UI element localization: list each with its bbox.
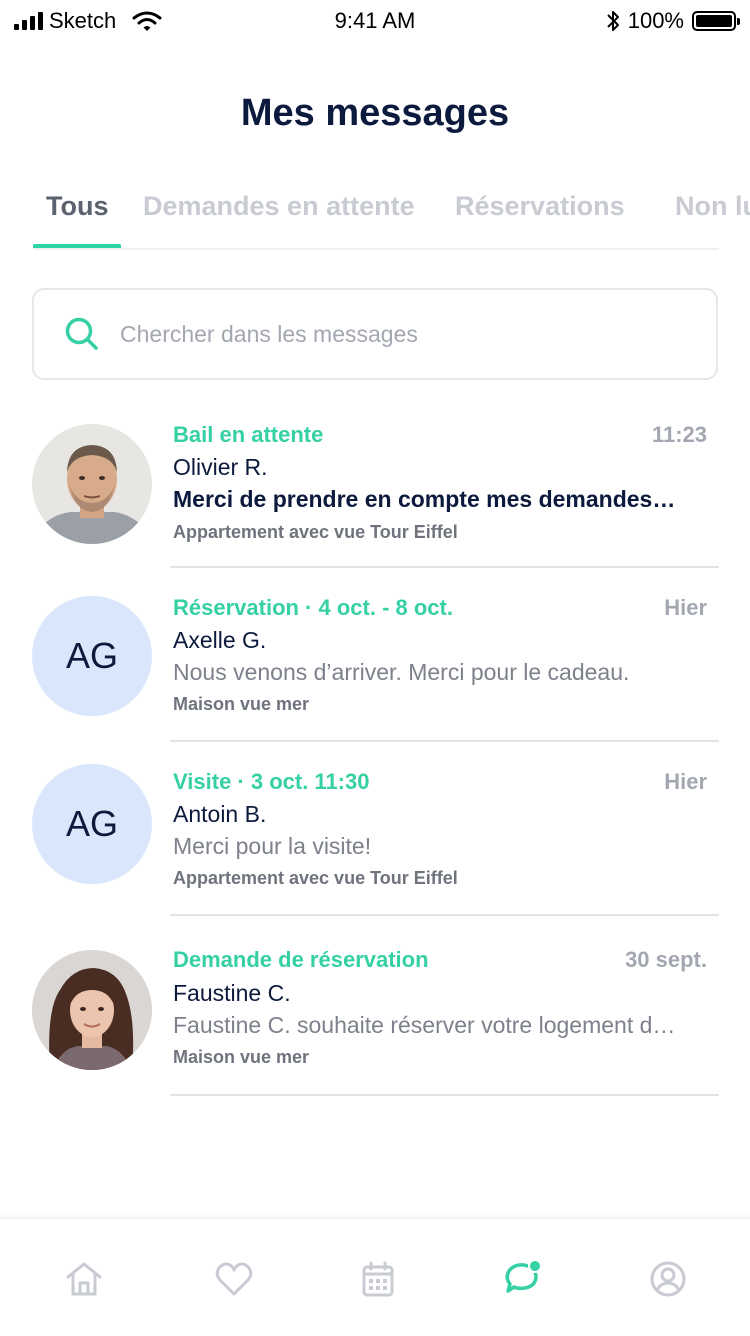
tab-tous[interactable]: Tous (46, 191, 109, 222)
message-preview: Faustine C. souhaite réserver votre loge… (173, 1012, 678, 1038)
conversation-item[interactable]: AG Visite · 3 oct. 11:30 Hier Antoin B. … (0, 762, 750, 932)
conversation-item[interactable]: Demande de réservation 30 sept. Faustine… (0, 942, 750, 1112)
nav-calendar[interactable] (356, 1257, 400, 1301)
property-name: Appartement avec vue Tour Eiffel (173, 522, 458, 542)
chat-icon (505, 1259, 542, 1293)
avatar: AG (32, 596, 152, 716)
nav-profile[interactable] (646, 1257, 690, 1301)
nav-home[interactable] (62, 1257, 106, 1301)
bottom-navigation (0, 1217, 750, 1336)
search-icon (65, 317, 98, 350)
message-preview: Nous venons d’arriver. Merci pour le cad… (173, 659, 630, 685)
battery-icon (692, 11, 740, 31)
list-divider (170, 914, 719, 916)
property-name: Maison vue mer (173, 1047, 310, 1067)
conversation-time: 30 sept. (625, 947, 707, 972)
list-divider (170, 566, 719, 568)
contact-name: Antoin B. (173, 801, 267, 827)
battery-percentage: 100% (627, 8, 684, 33)
search-box[interactable] (32, 288, 718, 380)
contact-name: Axelle G. (173, 627, 267, 653)
avatar (32, 950, 152, 1070)
status-right: 100% (606, 8, 740, 34)
home-icon (66, 1262, 102, 1296)
property-name: Maison vue mer (173, 694, 310, 714)
conversation-status: Réservation · 4 oct. - 8 oct. (173, 595, 453, 620)
conversation-status: Bail en attente (173, 422, 324, 447)
message-preview: Merci pour la visite! (173, 833, 372, 859)
heart-icon (215, 1262, 253, 1296)
profile-icon (650, 1261, 686, 1297)
conversation-time: Hier (664, 595, 707, 620)
avatar (32, 424, 152, 544)
tab-bar: Tous Demandes en attente Réservations No… (0, 185, 750, 249)
list-divider (170, 740, 719, 742)
conversation-time: Hier (664, 769, 707, 794)
nav-favorites[interactable] (212, 1257, 256, 1301)
tab-reservations[interactable]: Réservations (455, 191, 625, 222)
conversation-status: Demande de réservation (173, 947, 429, 972)
contact-name: Faustine C. (173, 980, 291, 1006)
status-bar: Sketch 9:41 AM 100% (0, 0, 750, 40)
contact-name: Olivier R. (173, 454, 268, 480)
property-name: Appartement avec vue Tour Eiffel (173, 868, 458, 888)
tabs-divider (33, 248, 719, 250)
nav-messages[interactable] (500, 1257, 544, 1301)
page-title: Mes messages (240, 92, 510, 134)
conversation-item[interactable]: Bail en attente 11:23 Olivier R. Merci d… (0, 415, 750, 585)
tab-demandes-en-attente[interactable]: Demandes en attente (143, 191, 415, 222)
conversation-time: 11:23 (651, 422, 707, 447)
bluetooth-icon (607, 11, 619, 31)
conversation-item[interactable]: AG Réservation · 4 oct. - 8 oct. Hier Ax… (0, 588, 750, 758)
notification-badge (528, 1259, 542, 1273)
conversation-status: Visite · 3 oct. 11:30 (173, 769, 370, 794)
list-divider (170, 1094, 719, 1096)
avatar: AG (32, 764, 152, 884)
tab-non-lus[interactable]: Non lus (675, 191, 750, 222)
search-input[interactable] (118, 319, 682, 349)
calendar-icon (362, 1261, 394, 1297)
message-preview: Merci de prendre en compte mes demandes … (173, 486, 678, 512)
